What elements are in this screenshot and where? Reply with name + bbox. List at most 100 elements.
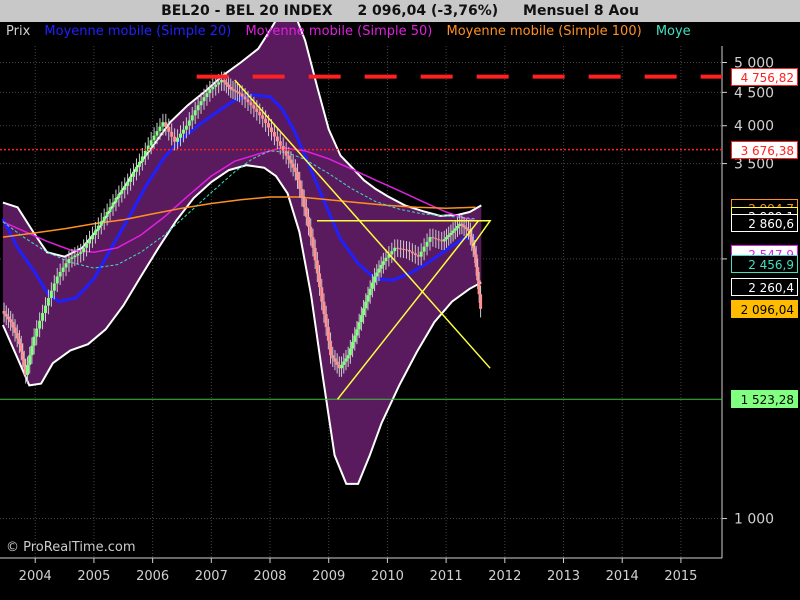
candle-body (353, 335, 357, 342)
candle-body (428, 237, 432, 242)
candle-body (129, 176, 133, 182)
x-tick-label: 2007 (195, 569, 228, 584)
candle-body (170, 131, 174, 137)
candle-body (193, 110, 197, 116)
candle-body (447, 235, 451, 238)
candle-body (261, 115, 265, 119)
candle-body (30, 345, 34, 356)
candle-body (342, 361, 346, 365)
candle-body (79, 252, 83, 254)
candle-body (46, 298, 50, 306)
candle-body (181, 129, 185, 134)
candle-body (431, 237, 435, 239)
candle-body (275, 136, 279, 142)
candle-body (399, 248, 403, 250)
x-tick-label: 2010 (371, 569, 404, 584)
x-tick-label: 2014 (606, 569, 639, 584)
price-label: 4 756,82 (731, 67, 798, 86)
candle-body (67, 258, 71, 264)
legend-item-sma100: Moyenne mobile (Simple 100) (446, 24, 642, 39)
price-label: 3 676,38 (731, 140, 798, 159)
candle-body (322, 301, 326, 315)
candle-body (13, 327, 17, 333)
x-tick-label: 2011 (430, 569, 463, 584)
candle-body (344, 358, 348, 362)
candle-body (311, 237, 315, 248)
candle-body (137, 161, 141, 167)
candle-body (28, 355, 32, 365)
candle-body (149, 140, 153, 146)
candle-body (318, 273, 322, 288)
candle-body (390, 251, 394, 255)
candle-body (302, 197, 306, 208)
candle-body (240, 93, 244, 97)
candle-body (105, 212, 109, 217)
chart-title-bar: BEL20 - BEL 20 INDEX 2 096,04 (-3,76%) M… (0, 0, 800, 22)
candle-body (449, 232, 453, 236)
candle-body (55, 276, 59, 284)
candle-body (140, 156, 144, 162)
candle-body (422, 246, 426, 252)
candle-body (289, 159, 293, 164)
candle-body (143, 150, 147, 157)
candle-body (132, 171, 136, 177)
candle-body (451, 230, 455, 233)
candle-body (368, 288, 372, 296)
candle-body (184, 125, 188, 130)
candle-body (90, 235, 94, 240)
candle-body (9, 319, 13, 323)
candle-body (264, 118, 268, 124)
chart-quote: 2 096,04 (-3,76%) (357, 3, 499, 19)
candle-body (333, 358, 337, 362)
candle-body (238, 92, 242, 94)
candle-body (202, 97, 206, 102)
candle-body (123, 185, 127, 190)
candle-body (231, 89, 235, 91)
candle-body (444, 237, 448, 240)
candle-body (93, 230, 97, 236)
candle-body (58, 271, 62, 277)
candle-body (2, 311, 6, 314)
x-tick-label: 2015 (664, 569, 697, 584)
candle-body (246, 99, 250, 103)
candle-body (252, 105, 256, 109)
candle-body (211, 86, 215, 90)
candle-body (407, 249, 411, 252)
candle-body (73, 255, 77, 258)
candle-body (393, 247, 397, 252)
candle-body (38, 320, 42, 329)
candle-body (49, 290, 53, 299)
candle-body (187, 120, 191, 126)
candle-body (102, 216, 106, 222)
candle-body (32, 336, 36, 346)
price-chart[interactable]: 5 0004 5004 0003 5002 5001 0002004200520… (0, 0, 800, 600)
candle-body (416, 254, 420, 257)
candle-body (220, 80, 224, 83)
candle-body (413, 253, 417, 255)
candle-body (222, 80, 226, 83)
candle-body (173, 136, 177, 142)
x-tick-label: 2004 (19, 569, 52, 584)
candle-body (278, 141, 282, 146)
candle-body (377, 268, 381, 273)
candle-body (82, 247, 86, 253)
candle-body (460, 223, 464, 226)
candle-body (298, 180, 302, 189)
candle-body (52, 283, 56, 291)
candle-body (455, 226, 459, 229)
candle-body (370, 282, 374, 289)
candle-body (381, 261, 385, 265)
chart-title: BEL20 - BEL 20 INDEX (161, 3, 333, 19)
candle-body (176, 137, 180, 142)
candle-body (453, 228, 457, 231)
x-tick-label: 2005 (77, 569, 110, 584)
candle-body (208, 89, 212, 94)
candle-body (479, 294, 483, 309)
candle-body (357, 322, 361, 330)
legend-item-sma50: Moyenne mobile (Simple 50) (245, 24, 433, 39)
candle-body (85, 243, 89, 248)
candle-body (373, 276, 377, 283)
candle-body (348, 348, 352, 356)
candle-body (117, 193, 121, 198)
candle-body (76, 253, 80, 256)
